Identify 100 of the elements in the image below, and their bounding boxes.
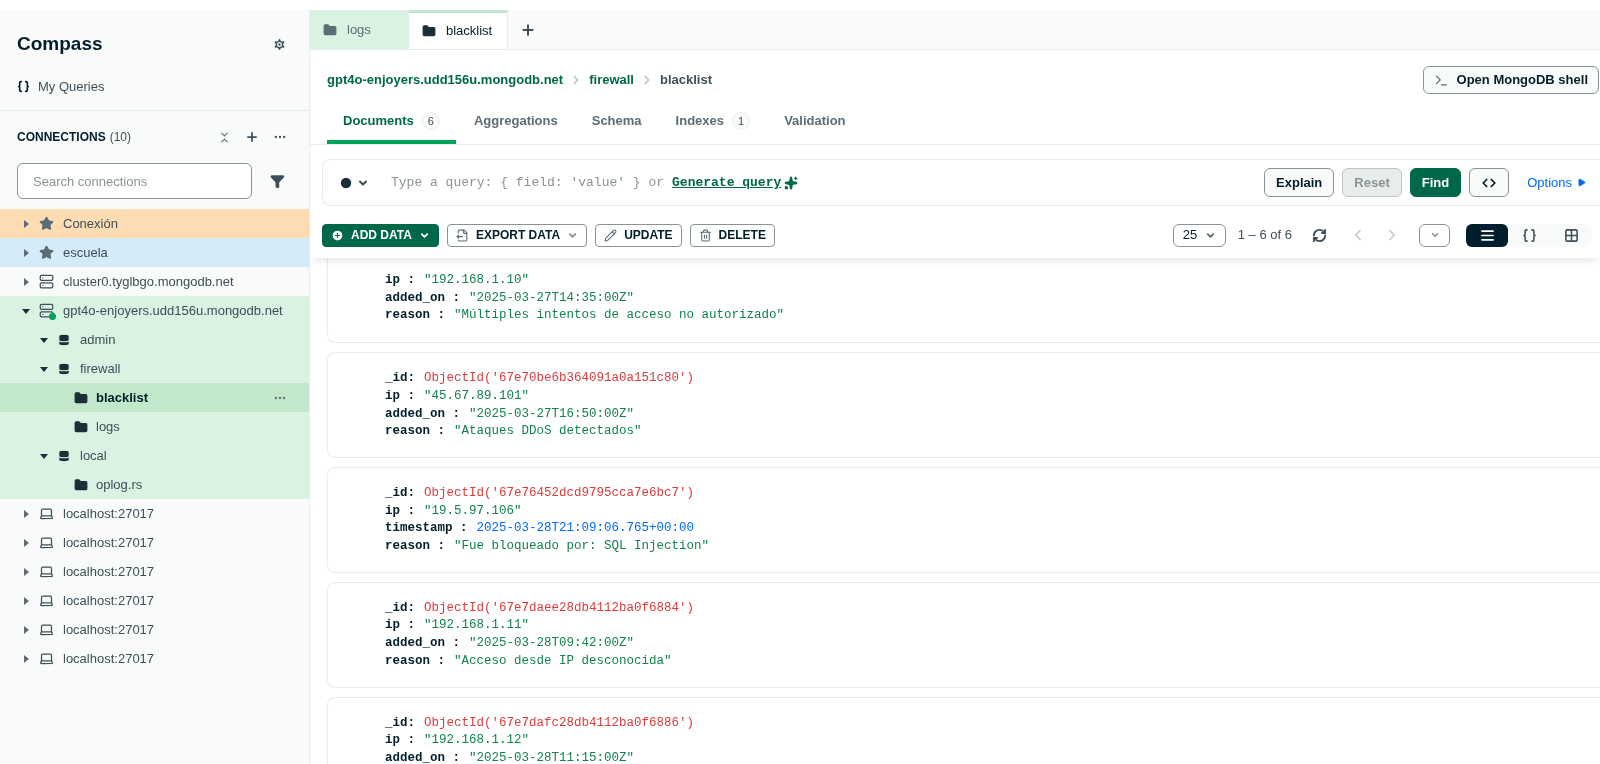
connections-heading: CONNECTIONS [17,129,106,146]
my-queries-link[interactable]: My Queries [38,76,105,96]
connection-item[interactable]: localhost:27017 [0,528,309,557]
field-key: ip : [385,617,415,636]
caret-right-icon[interactable] [22,538,30,547]
toolbar-button[interactable]: EXPORT DATA [446,223,588,247]
toolbar-button[interactable]: DELETE [689,223,775,247]
page-size-select[interactable]: 25 [1172,223,1226,247]
caret-right-icon[interactable] [22,219,30,228]
collection-tab[interactable]: logs [310,10,409,49]
field-value: ObjectId('67e7dafc28db4112ba0f6886') [424,714,695,732]
connection-name: localhost:27017 [63,620,155,639]
page-range: 1 – 6 of 6 [1237,226,1292,245]
field-key: _id: [385,599,415,618]
new-tab-icon[interactable] [520,21,536,38]
connection-item[interactable]: localhost:27017 [0,586,309,615]
connection-name: cluster0.tyglbgo.mongodb.net [63,272,234,291]
server-icon [39,274,54,289]
caret-down-icon[interactable] [40,335,48,344]
field-key: ip : [385,387,415,406]
field-value: "192.168.1.10" [424,272,530,289]
view-tab[interactable]: Schema [575,102,658,144]
braces-icon [17,79,30,93]
query-button[interactable]: Explain [1264,168,1335,197]
field-value: "Ataques DDoS detectados" [454,423,642,441]
collection-name: blacklist [96,388,150,407]
view-tab[interactable]: Validation [768,102,862,144]
settings-icon[interactable] [272,36,287,52]
field-value: "Fue bloqueado por: SQL Injection" [454,538,710,556]
caret-right-icon[interactable] [22,654,30,663]
connection-name: localhost:27017 [63,649,155,668]
caret-right-icon[interactable] [22,509,30,518]
database-item[interactable]: admin [0,325,309,354]
export-icon [455,228,469,242]
caret-down-icon[interactable] [22,306,30,315]
caret-down-icon[interactable] [40,364,48,373]
caret-down-icon [1429,230,1440,240]
database-item[interactable]: local [0,441,309,470]
breadcrumb-link[interactable]: blacklist [660,70,712,90]
connection-item[interactable]: Conexión [0,209,309,238]
connection-item[interactable]: localhost:27017 [0,557,309,586]
field-value: "2025-03-28T11:15:00Z" [469,749,635,764]
view-tab[interactable]: Indexes 1 [659,102,767,144]
field-key: added_on : [385,635,460,653]
collapse-icon[interactable] [218,130,231,144]
connection-item[interactable]: localhost:27017 [0,499,309,528]
collection-item[interactable]: blacklist [0,383,309,412]
connection-item[interactable]: gpt4o-enjoyers.udd156u.mongodb.net [0,296,309,325]
laptop-icon [39,564,54,579]
laptop-icon [39,506,54,521]
caret-right-icon[interactable] [22,625,30,634]
filter-icon[interactable] [270,173,285,189]
connection-item[interactable]: localhost:27017 [0,615,309,644]
caret-right-icon[interactable] [22,248,30,257]
folder-icon [422,24,436,38]
search-field[interactable]: Search connections [17,163,253,199]
add-icon[interactable] [245,130,259,144]
query-button[interactable]: Find [1409,168,1462,197]
star-icon [39,216,54,231]
refresh-icon[interactable] [1312,227,1327,243]
code-button[interactable] [1469,168,1510,197]
field-key: _id: [385,370,415,388]
field-key: _id: [385,714,415,733]
view-tab[interactable]: Aggregations [457,102,574,144]
view-tab[interactable]: Documents 6 [327,102,456,144]
database-item[interactable]: firewall [0,354,309,383]
dropdown-button[interactable] [1419,223,1450,247]
options-button[interactable]: Options [1527,172,1586,193]
collection-item[interactable]: logs [0,412,309,441]
connection-item[interactable]: localhost:27017 [0,644,309,673]
connection-name: Conexión [63,214,118,233]
connections-count: (10) [109,129,131,146]
caret-right-icon[interactable] [22,596,30,605]
database-name: local [80,446,107,465]
breadcrumb-link[interactable]: gpt4o-enjoyers.udd156u.mongodb.net [327,70,564,90]
breadcrumb-link[interactable]: firewall [589,70,634,90]
toolbar-button[interactable]: ADD DATA [322,223,439,247]
connection-item[interactable]: escuela [0,238,309,267]
plus-circle-icon [331,228,344,242]
field-key: added_on : [385,405,460,424]
list-icon [1479,227,1495,243]
app-title: Compass [17,32,103,56]
collection-tab[interactable]: blacklist [409,10,508,49]
open-shell-button[interactable]: Open MongoDB shell [1422,66,1599,94]
connection-name: localhost:27017 [63,533,155,552]
caret-right-icon[interactable] [22,567,30,576]
field-value: "2025-03-27T16:50:00Z" [469,405,635,423]
connection-name: localhost:27017 [63,504,155,523]
caret-right-icon[interactable] [22,277,30,286]
view-mode-button[interactable] [1466,223,1508,247]
collection-item[interactable]: oplog.rs [0,470,309,499]
connection-item[interactable]: cluster0.tyglbgo.mongodb.net [0,267,309,296]
star-icon [39,245,54,260]
field-key: added_on : [385,749,460,764]
trash-icon [698,228,712,242]
connection-name: gpt4o-enjoyers.udd156u.mongodb.net [63,301,283,320]
toolbar-button[interactable]: UPDATE [595,223,682,247]
caret-down-icon[interactable] [40,451,48,460]
generate-query-link[interactable]: Generate query [672,172,782,193]
laptop-icon [39,651,54,666]
